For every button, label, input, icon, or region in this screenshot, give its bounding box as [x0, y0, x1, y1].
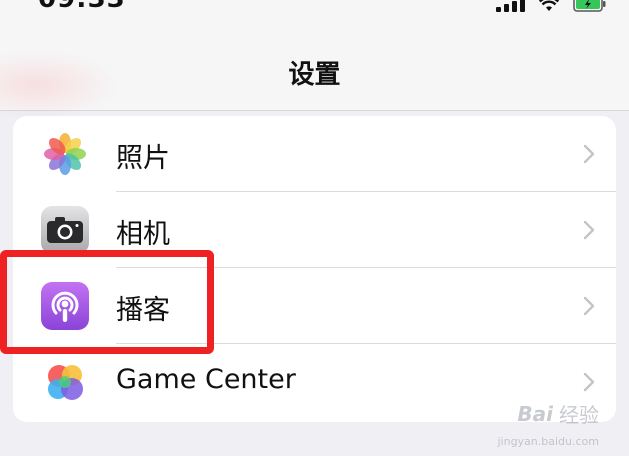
chevron-right-icon	[582, 219, 596, 241]
status-time: 09:33	[38, 0, 126, 14]
signal-icon	[496, 0, 525, 12]
game-center-icon	[41, 358, 89, 406]
status-icons	[496, 0, 607, 12]
status-bar: 09:33	[0, 0, 629, 30]
battery-icon	[573, 0, 607, 12]
settings-row-label: 相机	[116, 219, 170, 250]
watermark: Bai 经验	[517, 399, 599, 428]
wifi-icon	[539, 0, 559, 12]
chevron-right-icon	[582, 371, 596, 393]
settings-row-label: 照片	[116, 143, 170, 174]
watermark-text: 经验	[559, 403, 599, 427]
camera-icon	[41, 206, 89, 254]
highlight-annotation-box	[0, 250, 214, 354]
navigation-bar: 设置	[0, 30, 629, 120]
watermark-logo: Bai	[517, 401, 553, 426]
settings-row-photos[interactable]: 照片	[13, 116, 616, 192]
photos-icon	[41, 130, 89, 178]
page-title: 设置	[288, 60, 341, 90]
chevron-right-icon	[582, 143, 596, 165]
chevron-right-icon	[582, 295, 596, 317]
watermark-sub: jingyan.baidu.com	[497, 435, 599, 448]
settings-row-label: Game Center	[116, 364, 296, 395]
